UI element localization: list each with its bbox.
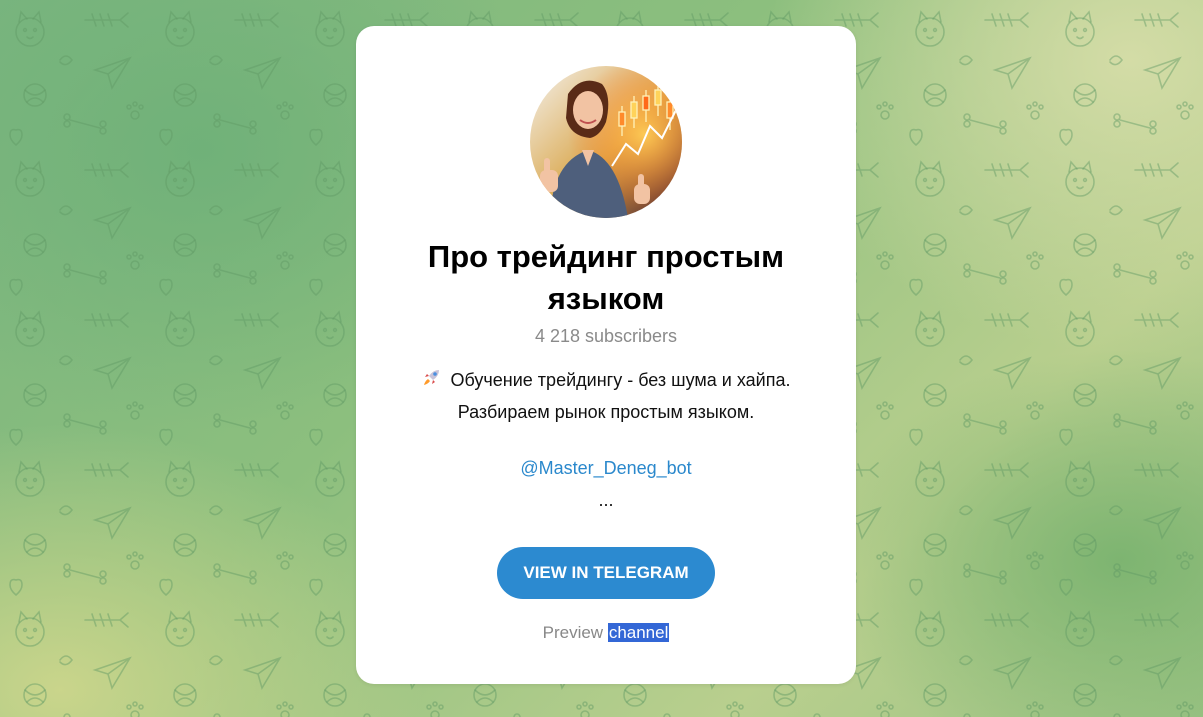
description-line-2: Разбираем рынок простым языком. [457,401,755,422]
preview-label: Preview [542,623,604,642]
description-line-1: Обучение трейдингу - без шума и хайпа. [356,365,856,397]
channel-avatar [530,66,682,218]
rocket-icon [422,366,442,397]
preview-channel-link[interactable]: Preview channel [356,623,856,643]
subscriber-count: 4 218 subscribers [534,326,678,346]
channel-title: Про трейдинг простым языком [427,239,785,316]
description-text-1: Обучение трейдингу - без шума и хайпа. [450,370,791,390]
channel-description: Обучение трейдингу - без шума и хайпа. Р… [356,365,856,428]
bot-link[interactable]: @Master_Deneg_bot [520,458,691,478]
bot-link-row: @Master_Deneg_bot [356,458,856,479]
channel-card: Про трейдинг простым языком 4 218 subscr… [356,26,856,684]
view-in-telegram-button[interactable]: VIEW IN TELEGRAM [497,547,715,599]
description-ellipsis: ... [598,490,614,510]
preview-channel-selected-text[interactable]: channel [607,623,670,642]
